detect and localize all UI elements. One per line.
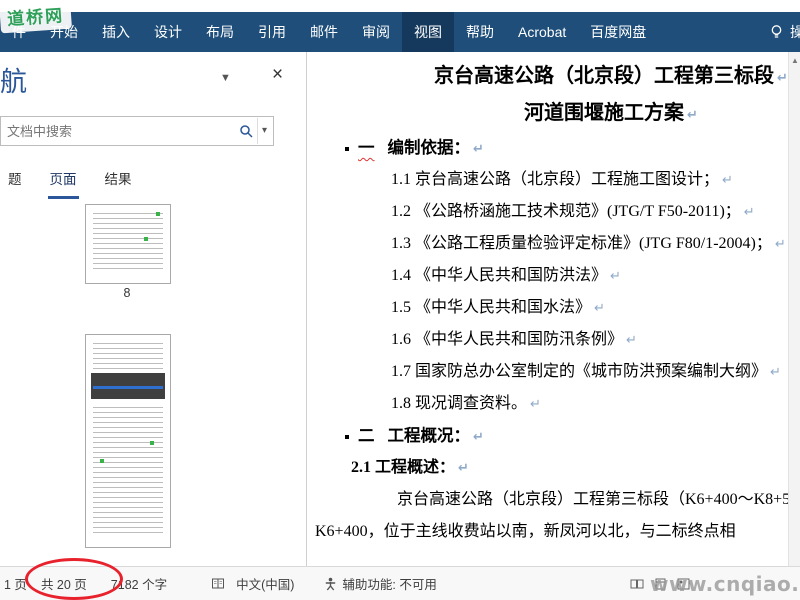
nav-pane-title: 航 bbox=[0, 67, 27, 97]
lightbulb-icon bbox=[769, 24, 784, 40]
heading-number: 一 bbox=[358, 138, 375, 157]
thumbnail-page-number: 8 bbox=[123, 286, 131, 300]
doc-list-item-1-6: 1.6 《中华人民共和国防汛条例》 bbox=[391, 324, 789, 356]
nav-tab-results[interactable]: 结果 bbox=[103, 164, 134, 199]
scroll-up-icon[interactable]: ▲ bbox=[789, 52, 800, 65]
close-icon[interactable]: × bbox=[272, 64, 283, 86]
document-canvas[interactable]: 京台高速公路（北京段）工程第三标段 河道围堰施工方案 一编制依据： 1.1 京台… bbox=[306, 52, 789, 566]
accessibility-icon[interactable] bbox=[324, 577, 337, 591]
green-mark bbox=[156, 212, 160, 216]
web-layout-icon[interactable] bbox=[677, 578, 690, 590]
doc-list-item-1-8: 1.8 现况调查资料。 bbox=[391, 388, 789, 420]
navigation-pane: 航 ▼ × ▾ 题 页面 结果 8 bbox=[0, 52, 306, 566]
search-options-chevron-icon[interactable]: ▾ bbox=[256, 118, 273, 144]
search-icon[interactable] bbox=[235, 124, 257, 138]
thumbnail-text-lines bbox=[93, 213, 163, 273]
word-count-status[interactable]: 7182 个字 bbox=[111, 574, 167, 593]
ribbon-tab-insert[interactable]: 插入 bbox=[90, 12, 142, 52]
proofing-book-icon[interactable] bbox=[211, 577, 226, 590]
nav-tab-headings[interactable]: 题 bbox=[6, 164, 24, 199]
doc-list-item-1-2: 1.2 《公路桥涵施工技术规范》(JTG/T F50-2011)； bbox=[391, 196, 789, 228]
page-thumbnail-9[interactable] bbox=[85, 334, 171, 548]
ribbon-tab-view[interactable]: 视图 bbox=[402, 12, 454, 52]
doc-list-item-1-7: 1.7 国家防总办公室制定的《城市防洪预案编制大纲》 bbox=[391, 356, 789, 388]
thumbnail-text-lines bbox=[93, 407, 163, 537]
nav-search-box: ▾ bbox=[0, 116, 274, 146]
total-pages-status[interactable]: 共 20 页 bbox=[41, 574, 87, 593]
heading-number: 二 bbox=[358, 426, 375, 445]
ribbon-tab-review[interactable]: 审阅 bbox=[350, 12, 402, 52]
doc-title-line: 京台高速公路（北京段）工程第三标段 bbox=[311, 58, 789, 95]
ribbon-tab-baidu-netdisk[interactable]: 百度网盘 bbox=[578, 12, 658, 52]
doc-list-item-1-3: 1.3 《公路工程质量检验评定标准》(JTG F80/1-2004)； bbox=[391, 228, 789, 260]
heading-text: 编制依据： bbox=[387, 138, 471, 157]
green-mark bbox=[100, 459, 104, 463]
doc-paragraph-line: 京台高速公路（北京段）工程第三标段（K6+400～K8+5 bbox=[397, 491, 789, 508]
green-mark bbox=[150, 441, 154, 445]
doc-list-item-1-1: 1.1 京台高速公路（北京段）工程施工图设计； bbox=[391, 164, 789, 196]
search-input[interactable] bbox=[1, 123, 235, 139]
green-mark bbox=[144, 237, 148, 241]
read-mode-icon[interactable] bbox=[630, 578, 644, 590]
heading-text: 工程概况： bbox=[387, 426, 471, 445]
doc-paragraph-line: K6+400，位于主线收费站以南，新凤河以北，与二标终点相 bbox=[315, 523, 736, 540]
ribbon-tab-help[interactable]: 帮助 bbox=[454, 12, 506, 52]
print-layout-icon[interactable] bbox=[654, 578, 667, 590]
list-bullet bbox=[345, 435, 349, 440]
tell-me-label: 操 bbox=[790, 24, 800, 40]
accessibility-status[interactable]: 辅助功能: 不可用 bbox=[342, 574, 436, 593]
language-status[interactable]: 中文(中国) bbox=[236, 574, 294, 593]
ribbon-tab-design[interactable]: 设计 bbox=[142, 12, 194, 52]
page-thumbnail-8[interactable] bbox=[85, 204, 171, 284]
doc-heading-1: 一编制依据： bbox=[345, 132, 789, 164]
chevron-down-icon[interactable]: ▼ bbox=[220, 72, 231, 84]
doc-list-item-1-5: 1.5 《中华人民共和国水法》 bbox=[391, 292, 789, 324]
status-bar: 1 页 共 20 页 7182 个字 中文(中国) 辅助功能: 不可用 bbox=[0, 566, 800, 600]
doc-subheading-2-1: 2.1 工程概述： bbox=[351, 452, 789, 484]
thumbnail-figure bbox=[91, 373, 165, 399]
ribbon-tab-acrobat[interactable]: Acrobat bbox=[506, 12, 578, 52]
ribbon-tab-layout[interactable]: 布局 bbox=[194, 12, 246, 52]
nav-tab-pages[interactable]: 页面 bbox=[47, 164, 79, 199]
document-page: 京台高速公路（北京段）工程第三标段 河道围堰施工方案 一编制依据： 1.1 京台… bbox=[311, 58, 789, 548]
doc-subtitle-line: 河道围堰施工方案 bbox=[311, 95, 789, 132]
nav-tab-strip: 题 页面 结果 bbox=[0, 164, 134, 199]
list-bullet bbox=[345, 147, 349, 152]
watermark-daoqiaowang: 道桥网 bbox=[0, 0, 72, 34]
page-number-status[interactable]: 1 页 bbox=[4, 574, 27, 593]
thumbnail-text-lines bbox=[93, 343, 163, 371]
vertical-scrollbar[interactable]: ▲ bbox=[788, 52, 800, 566]
doc-heading-2: 二工程概况： bbox=[345, 420, 789, 452]
tell-me-search[interactable]: 操 bbox=[761, 12, 800, 52]
ribbon-tab-bar: 件 开始 插入 设计 布局 引用 邮件 审阅 视图 帮助 Acrobat 百度网… bbox=[0, 12, 800, 52]
doc-list-item-1-4: 1.4 《中华人民共和国防洪法》 bbox=[391, 260, 789, 292]
view-switcher bbox=[630, 578, 690, 590]
ribbon-tab-mailings[interactable]: 邮件 bbox=[298, 12, 350, 52]
ribbon-tab-references[interactable]: 引用 bbox=[246, 12, 298, 52]
